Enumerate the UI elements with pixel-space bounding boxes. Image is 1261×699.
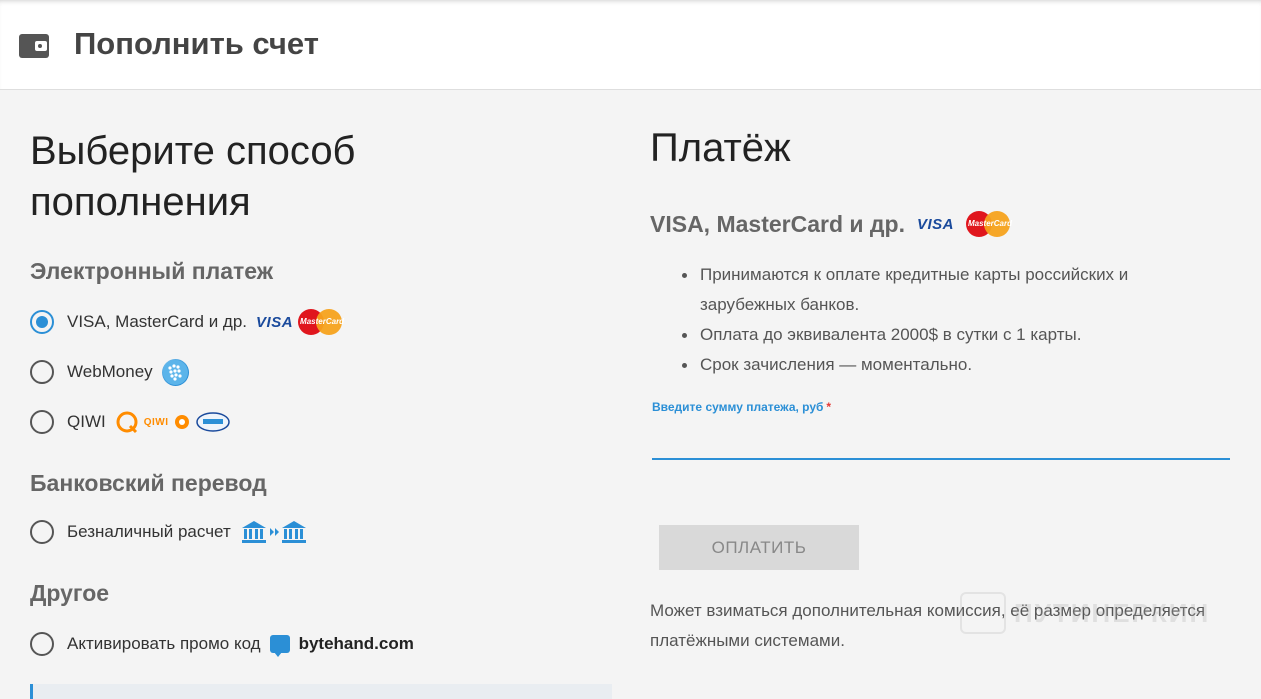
section-other: Другое	[30, 580, 110, 606]
option-visa[interactable]: VISA, MasterCard и др. VISA MasterCard	[30, 308, 344, 336]
qiwi-logo-text: QIWI	[143, 416, 169, 428]
visa-logo: VISA	[256, 313, 294, 331]
section-electronic: Электронный платеж	[30, 258, 274, 284]
wallet-icon	[19, 34, 49, 58]
visa-logo: VISA	[916, 215, 954, 233]
list-item: Принимаются к оплате кредитные карты рос…	[680, 260, 1200, 320]
option-cashless[interactable]: Безналичный расчет	[30, 518, 310, 546]
option-visa-label: VISA, MasterCard и др.	[67, 312, 248, 331]
chat-bubble-icon	[269, 635, 290, 657]
list-item: Оплата до эквивалента 2000$ в сутки с 1 …	[680, 320, 1200, 350]
amount-label-text: Введите сумму платежа, руб	[652, 400, 824, 414]
radio-webmoney[interactable]	[30, 360, 54, 384]
option-cashless-label: Безналичный расчет	[67, 522, 231, 541]
watermark: ПУТИНЕРКИН	[960, 592, 1210, 634]
option-promo[interactable]: Активировать промо код bytehand.com	[30, 630, 414, 658]
amount-input[interactable]	[652, 422, 1230, 460]
option-webmoney[interactable]: WebMoney	[30, 358, 189, 386]
payment-panel: Платёж VISA, MasterCard и др. VISA Maste…	[650, 126, 1230, 650]
method-heading-line2: пополнения	[30, 180, 251, 224]
qiwi-logo-icon	[116, 411, 138, 434]
qiwi-wallet-icon	[174, 415, 189, 429]
list-item: Срок зачисления — моментально.	[680, 350, 1200, 380]
mastercard-logo: MasterCard	[965, 210, 1012, 238]
info-box	[30, 684, 612, 699]
selected-method-title: VISA, MasterCard и др. VISA MasterCard	[650, 210, 1012, 238]
mastercard-logo: MasterCard	[298, 308, 344, 336]
required-mark: *	[826, 400, 832, 414]
method-info-list: Принимаются к оплате кредитные карты рос…	[680, 260, 1200, 380]
webmoney-globe-icon	[161, 358, 189, 386]
radio-cashless[interactable]	[30, 520, 54, 544]
option-webmoney-label: WebMoney	[67, 362, 153, 381]
radio-promo[interactable]	[30, 632, 54, 656]
payment-method-panel: Выберите способ пополнения Электронный п…	[30, 126, 610, 657]
qiwi-terminal-icon	[195, 412, 230, 432]
radio-visa[interactable]	[30, 310, 54, 334]
method-heading-line1: Выберите способ	[30, 129, 356, 173]
payment-heading: Платёж	[650, 126, 791, 170]
amount-label: Введите сумму платежа, руб *	[652, 400, 831, 414]
pay-button[interactable]: ОПЛАТИТЬ	[659, 525, 859, 570]
top-bar: Пополнить счет	[0, 0, 1261, 90]
watermark-text: ПУТИНЕРКИН	[1014, 597, 1211, 628]
bank-transfer-icon	[241, 521, 306, 543]
bytehand-logo: bytehand.com	[298, 634, 414, 653]
method-heading: Выберите способ пополнения	[30, 126, 610, 228]
page-title: Пополнить счет	[74, 26, 319, 61]
option-qiwi[interactable]: QIWI QIWI	[30, 408, 231, 436]
option-qiwi-label: QIWI	[67, 412, 106, 431]
section-bank: Банковский перевод	[30, 470, 267, 496]
selected-method-text: VISA, MasterCard и др.	[650, 210, 905, 237]
option-promo-label: Активировать промо код	[67, 634, 261, 653]
radio-qiwi[interactable]	[30, 410, 54, 434]
watermark-logo-icon	[960, 592, 1006, 634]
